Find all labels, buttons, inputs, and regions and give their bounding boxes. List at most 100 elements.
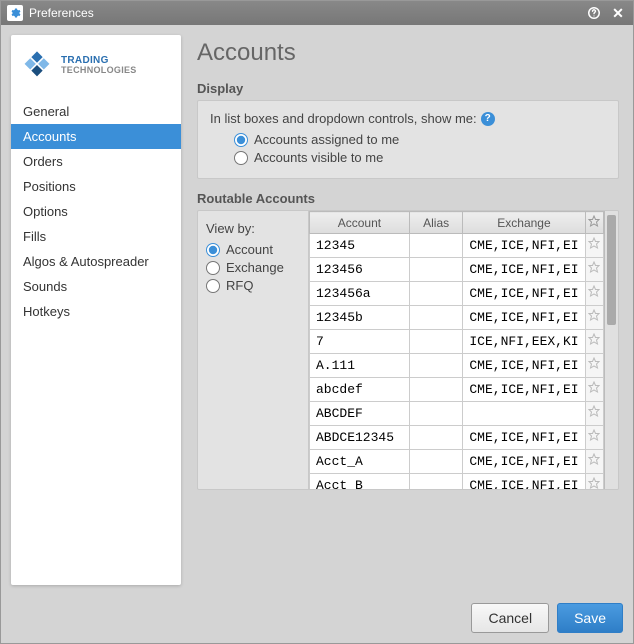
table-row[interactable]: 123456CME,ICE,NFI,EI: [310, 258, 604, 282]
viewby-option-label: Exchange: [226, 260, 284, 275]
cell-account: A.111: [310, 354, 410, 378]
cell-alias: [409, 282, 462, 306]
column-header-exchange[interactable]: Exchange: [463, 212, 585, 234]
display-option-label: Accounts assigned to me: [254, 132, 399, 147]
favorite-toggle[interactable]: [585, 450, 603, 474]
viewby-option-rfq[interactable]: RFQ: [206, 278, 300, 293]
cell-alias: [409, 378, 462, 402]
vertical-scrollbar[interactable]: [604, 211, 618, 489]
favorite-toggle[interactable]: [585, 426, 603, 450]
favorite-toggle[interactable]: [585, 258, 603, 282]
viewby-option-account[interactable]: Account: [206, 242, 300, 257]
favorite-toggle[interactable]: [585, 354, 603, 378]
cell-exchange: ICE,NFI,EEX,KI: [463, 330, 585, 354]
routable-section-label: Routable Accounts: [197, 191, 619, 206]
sidebar: TRADING TECHNOLOGIES GeneralAccountsOrde…: [11, 35, 181, 585]
table-row[interactable]: 123456a CME,ICE,NFI,EI: [310, 282, 604, 306]
favorite-toggle[interactable]: [585, 330, 603, 354]
cell-exchange: CME,ICE,NFI,EI: [463, 426, 585, 450]
favorite-toggle[interactable]: [585, 282, 603, 306]
table-row[interactable]: ABDCE12345 CME,ICE,NFI,EI: [310, 426, 604, 450]
viewby-radio-2[interactable]: [206, 279, 220, 293]
sidebar-item-algos-autospreader[interactable]: Algos & Autospreader: [11, 249, 181, 274]
table-row[interactable]: 12345 CME,ICE,NFI,EI: [310, 234, 604, 258]
table-row[interactable]: A.111 CME,ICE,NFI,EI: [310, 354, 604, 378]
save-button[interactable]: Save: [557, 603, 623, 633]
scrollbar-thumb[interactable]: [607, 215, 616, 325]
cell-exchange: CME,ICE,NFI,EI: [463, 234, 585, 258]
table-row[interactable]: Acct_B CME,ICE,NFI,EI: [310, 474, 604, 490]
brand-line1: TRADING: [61, 56, 137, 66]
cell-exchange: CME,ICE,NFI,EI: [463, 474, 585, 490]
table-row[interactable]: ABCDEF: [310, 402, 604, 426]
window-gear-icon: [7, 5, 23, 21]
cell-exchange: CME,ICE,NFI,EI: [463, 450, 585, 474]
info-icon[interactable]: ?: [481, 112, 495, 126]
sidebar-item-hotkeys[interactable]: Hotkeys: [11, 299, 181, 324]
cell-account: 12345b: [310, 306, 410, 330]
display-radio-0[interactable]: [234, 133, 248, 147]
cancel-button[interactable]: Cancel: [471, 603, 549, 633]
cell-exchange: CME,ICE,NFI,EI: [463, 354, 585, 378]
routable-panel: View by: AccountExchangeRFQ AccountAlias…: [197, 210, 619, 490]
table-row[interactable]: Acct_A CME,ICE,NFI,EI: [310, 450, 604, 474]
column-header-favorite[interactable]: [585, 212, 603, 234]
sidebar-item-orders[interactable]: Orders: [11, 149, 181, 174]
favorite-toggle[interactable]: [585, 474, 603, 490]
cell-account: ABDCE12345: [310, 426, 410, 450]
accounts-table: AccountAliasExchange 12345 CME,ICE,NFI,EI…: [309, 211, 604, 489]
cell-account: ABCDEF: [310, 402, 410, 426]
viewby-option-exchange[interactable]: Exchange: [206, 260, 300, 275]
favorite-toggle[interactable]: [585, 306, 603, 330]
cell-account: 123456a: [310, 282, 410, 306]
favorite-toggle[interactable]: [585, 378, 603, 402]
cell-account: 7: [310, 330, 410, 354]
table-row[interactable]: abcdefCME,ICE,NFI,EI: [310, 378, 604, 402]
cell-alias: [409, 330, 462, 354]
display-panel: In list boxes and dropdown controls, sho…: [197, 100, 619, 179]
column-header-alias[interactable]: Alias: [409, 212, 462, 234]
table-row[interactable]: 7 ICE,NFI,EEX,KI: [310, 330, 604, 354]
titlebar: Preferences ✕: [1, 1, 633, 25]
cell-alias: [409, 234, 462, 258]
sidebar-item-sounds[interactable]: Sounds: [11, 274, 181, 299]
display-option-0[interactable]: Accounts assigned to me: [234, 132, 606, 147]
cell-alias: [409, 450, 462, 474]
cell-account: abcdef: [310, 378, 410, 402]
viewby-label: View by:: [206, 221, 300, 236]
window-title: Preferences: [29, 6, 94, 20]
brand-mark-icon: [21, 49, 53, 81]
sidebar-item-options[interactable]: Options: [11, 199, 181, 224]
display-prompt: In list boxes and dropdown controls, sho…: [210, 111, 477, 126]
favorite-toggle[interactable]: [585, 234, 603, 258]
display-option-label: Accounts visible to me: [254, 150, 383, 165]
cell-alias: [409, 306, 462, 330]
cell-alias: [409, 354, 462, 378]
column-header-account[interactable]: Account: [310, 212, 410, 234]
favorite-toggle[interactable]: [585, 402, 603, 426]
display-option-1[interactable]: Accounts visible to me: [234, 150, 606, 165]
sidebar-item-positions[interactable]: Positions: [11, 174, 181, 199]
sidebar-item-accounts[interactable]: Accounts: [11, 124, 181, 149]
sidebar-item-general[interactable]: General: [11, 99, 181, 124]
cell-alias: [409, 474, 462, 490]
viewby-radio-1[interactable]: [206, 261, 220, 275]
page-title: Accounts: [197, 39, 619, 67]
cell-alias: [409, 402, 462, 426]
display-radio-1[interactable]: [234, 151, 248, 165]
close-icon[interactable]: ✕: [609, 4, 627, 22]
cell-alias: [409, 258, 462, 282]
help-icon[interactable]: [585, 4, 603, 22]
table-row[interactable]: 12345b CME,ICE,NFI,EI: [310, 306, 604, 330]
brand-line2: TECHNOLOGIES: [61, 66, 137, 75]
cell-account: Acct_A: [310, 450, 410, 474]
cell-account: 12345: [310, 234, 410, 258]
cell-account: 123456: [310, 258, 410, 282]
cell-exchange: CME,ICE,NFI,EI: [463, 282, 585, 306]
viewby-radio-0[interactable]: [206, 243, 220, 257]
cell-exchange: [463, 402, 585, 426]
cell-account: Acct_B: [310, 474, 410, 490]
cell-exchange: CME,ICE,NFI,EI: [463, 306, 585, 330]
sidebar-item-fills[interactable]: Fills: [11, 224, 181, 249]
viewby-option-label: Account: [226, 242, 273, 257]
